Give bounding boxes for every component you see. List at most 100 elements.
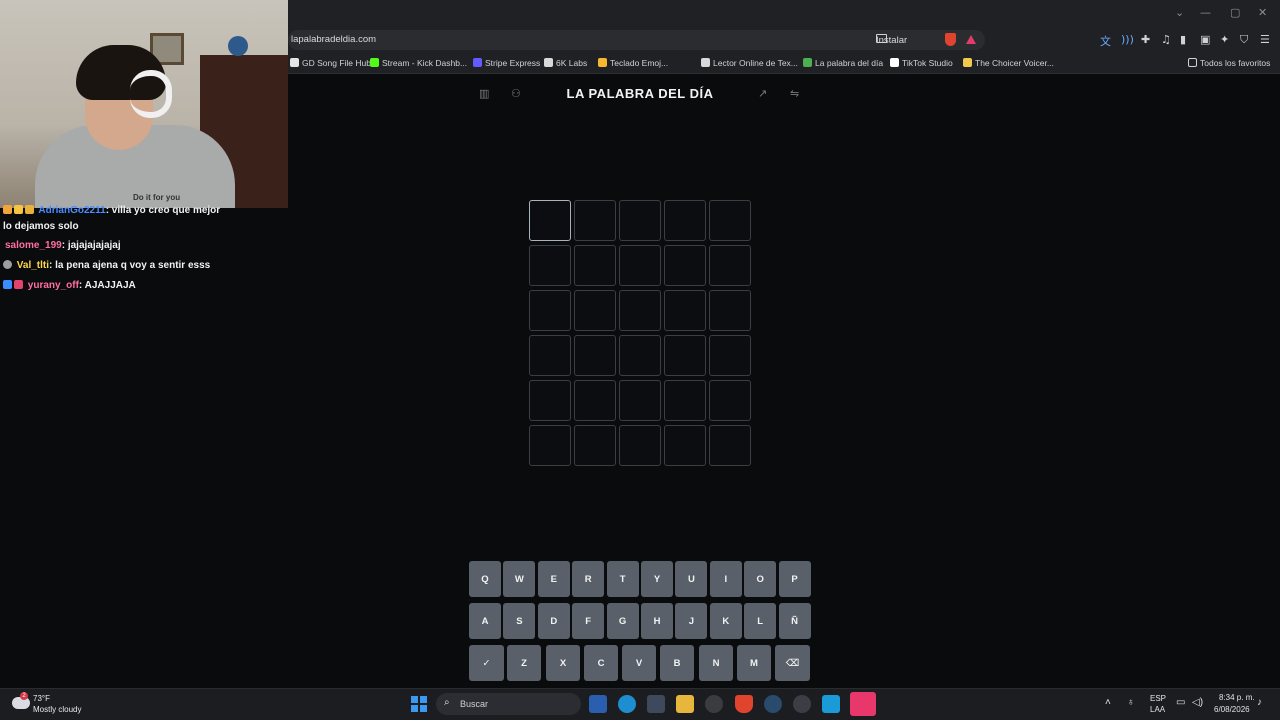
key-s[interactable]: S bbox=[503, 603, 536, 639]
install-icon[interactable] bbox=[876, 34, 887, 43]
key-o[interactable]: O bbox=[744, 561, 777, 597]
notifications-icon[interactable]: ♪ bbox=[1257, 697, 1262, 708]
file-explorer-icon[interactable] bbox=[676, 695, 694, 713]
letter-tile[interactable] bbox=[574, 425, 616, 466]
letter-tile[interactable] bbox=[709, 335, 751, 376]
vpn-icon[interactable]: ⛉ bbox=[1240, 33, 1248, 47]
letter-tile[interactable] bbox=[529, 380, 571, 421]
extensions-icon[interactable]: ✚ bbox=[1141, 33, 1150, 46]
bookmark-lector-online[interactable]: Lector Online de Tex... bbox=[701, 58, 798, 68]
letter-tile[interactable] bbox=[709, 425, 751, 466]
key-l[interactable]: L bbox=[744, 603, 777, 639]
letter-tile[interactable] bbox=[619, 425, 661, 466]
chevron-up-icon[interactable]: ˄ bbox=[1105, 697, 1111, 708]
url-text[interactable]: lapalabradeldia.com bbox=[291, 34, 376, 45]
letter-tile[interactable] bbox=[574, 290, 616, 331]
letter-tile[interactable] bbox=[664, 380, 706, 421]
key-w[interactable]: W bbox=[503, 561, 536, 597]
key-n-tilde[interactable]: Ñ bbox=[778, 603, 811, 639]
bookmark-teclado-emoji[interactable]: Teclado Emoj... bbox=[598, 58, 668, 68]
music-icon[interactable]: ♫ bbox=[1161, 33, 1171, 46]
all-favorites[interactable]: Todos los favoritos bbox=[1188, 58, 1270, 68]
weather-temp[interactable]: 73°F bbox=[33, 694, 50, 703]
settings-icon[interactable]: ⇋ bbox=[790, 87, 799, 100]
letter-tile[interactable] bbox=[664, 290, 706, 331]
backspace-key[interactable]: ⌫ bbox=[775, 645, 810, 681]
active-letter-tile[interactable] bbox=[529, 200, 571, 241]
letter-tile[interactable] bbox=[529, 425, 571, 466]
letter-tile[interactable] bbox=[709, 200, 751, 241]
language-bottom[interactable]: LAA bbox=[1150, 705, 1165, 714]
app-installer-icon[interactable] bbox=[589, 695, 607, 713]
clock-time[interactable]: 8:34 p. m. bbox=[1219, 693, 1255, 702]
language-top[interactable]: ESP bbox=[1150, 694, 1166, 703]
letter-tile[interactable] bbox=[664, 425, 706, 466]
menu-icon[interactable]: ☰ bbox=[1260, 33, 1270, 46]
letter-tile[interactable] bbox=[529, 335, 571, 376]
letter-tile[interactable] bbox=[709, 245, 751, 286]
bookmark-tiktok-studio[interactable]: TikTok Studio bbox=[890, 58, 953, 68]
key-y[interactable]: Y bbox=[641, 561, 673, 597]
close-icon[interactable]: ✕ bbox=[1258, 6, 1267, 19]
letter-tile[interactable] bbox=[664, 200, 706, 241]
letter-tile[interactable] bbox=[664, 245, 706, 286]
key-g[interactable]: G bbox=[606, 603, 639, 639]
key-i[interactable]: I bbox=[709, 561, 742, 597]
key-k[interactable]: K bbox=[709, 603, 742, 639]
sidebar-icon[interactable]: ▮ bbox=[1180, 33, 1186, 46]
letter-tile[interactable] bbox=[574, 380, 616, 421]
obs-icon[interactable] bbox=[705, 695, 723, 713]
key-c[interactable]: C bbox=[584, 645, 618, 681]
key-x[interactable]: X bbox=[546, 645, 580, 681]
letter-tile[interactable] bbox=[529, 290, 571, 331]
network-icon[interactable]: ▭ bbox=[1176, 697, 1185, 708]
volume-icon[interactable]: ◁) bbox=[1192, 697, 1203, 708]
key-a[interactable]: A bbox=[469, 603, 501, 639]
brave-shield-icon[interactable] bbox=[945, 33, 956, 46]
letter-tile[interactable] bbox=[574, 335, 616, 376]
letter-tile[interactable] bbox=[619, 335, 661, 376]
letter-tile[interactable] bbox=[619, 380, 661, 421]
bookmark-kick[interactable]: Stream - Kick Dashb... bbox=[370, 58, 467, 68]
app-window-icon[interactable] bbox=[822, 695, 840, 713]
letter-tile[interactable] bbox=[619, 290, 661, 331]
letter-tile[interactable] bbox=[529, 245, 571, 286]
key-q[interactable]: Q bbox=[469, 561, 501, 597]
key-b[interactable]: B bbox=[660, 645, 694, 681]
book-icon[interactable]: ▥ bbox=[479, 87, 489, 100]
brave-icon[interactable] bbox=[735, 695, 753, 713]
translate-icon[interactable]: 文 bbox=[1100, 33, 1111, 49]
bookmark-choicer-voicer[interactable]: The Choicer Voicer... bbox=[963, 58, 1054, 68]
key-v[interactable]: V bbox=[622, 645, 656, 681]
chatgpt-icon[interactable] bbox=[793, 695, 811, 713]
letter-tile[interactable] bbox=[664, 335, 706, 376]
stats-icon[interactable]: ↗ bbox=[758, 87, 767, 100]
tab-list-icon[interactable]: ⌄ bbox=[1175, 6, 1184, 19]
key-f[interactable]: F bbox=[572, 603, 605, 639]
key-u[interactable]: U bbox=[675, 561, 708, 597]
letter-tile[interactable] bbox=[619, 200, 661, 241]
clock-date[interactable]: 6/08/2026 bbox=[1214, 705, 1250, 714]
letter-tile[interactable] bbox=[574, 200, 616, 241]
key-h[interactable]: H bbox=[641, 603, 673, 639]
speaker-icon[interactable]: ))) bbox=[1121, 33, 1134, 46]
key-n[interactable]: N bbox=[699, 645, 733, 681]
edge-icon[interactable] bbox=[618, 695, 636, 713]
tiktok-app-icon[interactable] bbox=[850, 692, 876, 716]
key-z[interactable]: Z bbox=[507, 645, 541, 681]
letter-tile[interactable] bbox=[709, 380, 751, 421]
minimize-icon[interactable]: — bbox=[1200, 6, 1211, 19]
start-button[interactable] bbox=[411, 696, 427, 712]
key-r[interactable]: R bbox=[572, 561, 605, 597]
key-e[interactable]: E bbox=[537, 561, 570, 597]
wallet-icon[interactable]: ▣ bbox=[1200, 33, 1210, 46]
bookmark-stripe[interactable]: Stripe Express bbox=[473, 58, 540, 68]
key-t[interactable]: T bbox=[606, 561, 639, 597]
bookmark-la-palabra[interactable]: La palabra del día bbox=[803, 58, 883, 68]
bookmark-6k-labs[interactable]: 6K Labs bbox=[544, 58, 587, 68]
letter-tile[interactable] bbox=[709, 290, 751, 331]
bookmark-gd-song[interactable]: GD Song File Hub bbox=[290, 58, 371, 68]
brave-rewards-icon[interactable] bbox=[966, 35, 976, 44]
enter-key[interactable]: ✓ bbox=[469, 645, 504, 681]
microphone-icon[interactable]: ♁ bbox=[1127, 697, 1135, 708]
